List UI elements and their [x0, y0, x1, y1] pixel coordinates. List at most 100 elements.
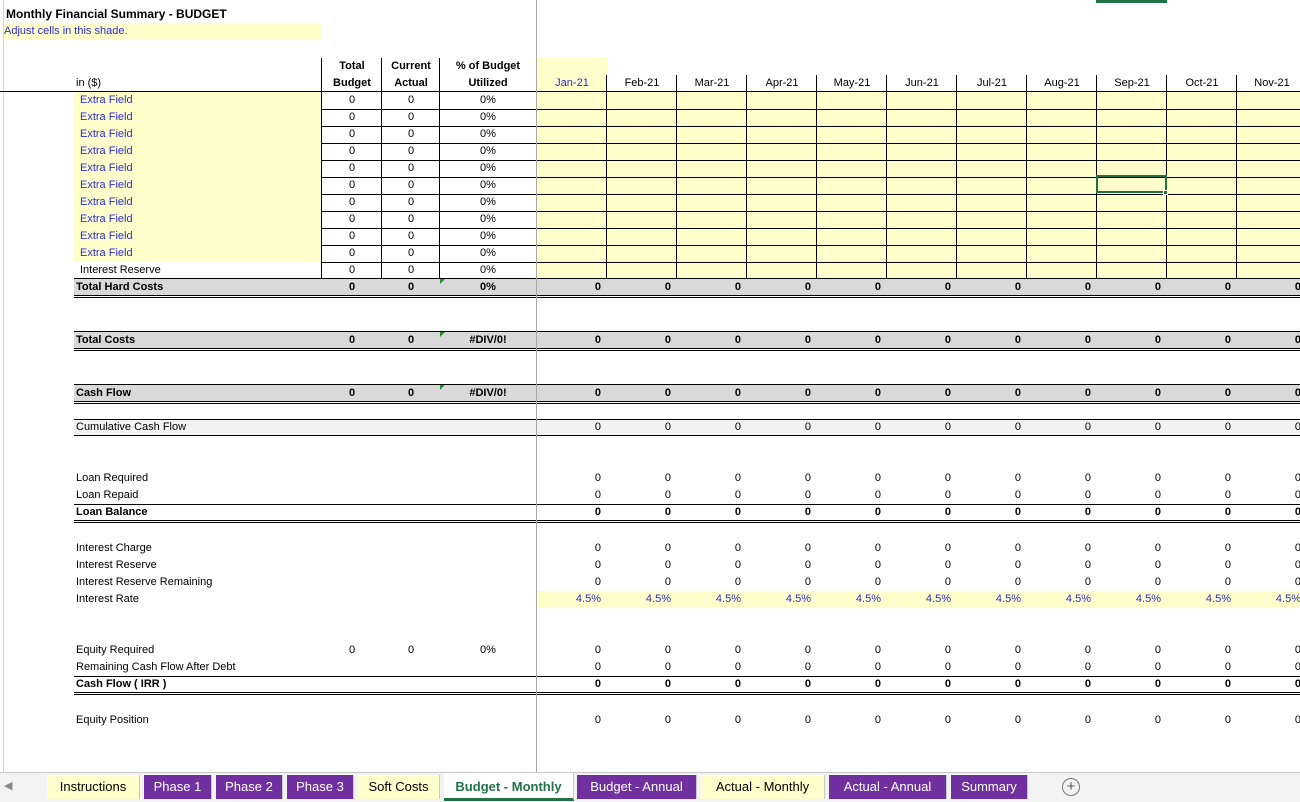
loan-required-month-value[interactable]: 0 [887, 470, 951, 487]
total-costs-month-value[interactable]: 0 [747, 332, 811, 349]
interest-charge-month-value[interactable]: 0 [607, 540, 671, 557]
month-header-feb-21[interactable]: Feb-21 [607, 75, 677, 92]
interest-reserve-month-value[interactable]: 0 [1237, 557, 1300, 574]
remaining-cash-flow-month-value[interactable]: 0 [1097, 659, 1161, 676]
interest-rate-month-value[interactable]: 4.5% [817, 591, 881, 608]
loan-required-month-value[interactable]: 0 [957, 470, 1021, 487]
cash-flow-month-value[interactable]: 0 [677, 385, 741, 402]
interest-reserve-month-value[interactable]: 0 [1167, 557, 1231, 574]
total-hard-costs-month-value[interactable]: 0 [537, 279, 601, 296]
extra-field-label[interactable]: Extra Field [80, 211, 133, 228]
total-hard-costs-actual[interactable]: 0 [382, 279, 440, 296]
actual-cell[interactable]: 0 [382, 228, 440, 245]
budget-cell[interactable]: 0 [322, 177, 382, 194]
extra-field-label[interactable]: Extra Field [80, 177, 133, 194]
loan-balance-label[interactable]: Loan Balance [76, 504, 148, 521]
pct-cell[interactable]: 0% [440, 228, 536, 245]
budget-cell[interactable]: 0 [322, 262, 382, 279]
total-costs-month-value[interactable]: 0 [607, 332, 671, 349]
cumulative-cash-flow-month-value[interactable]: 0 [1027, 419, 1091, 436]
cumulative-cash-flow-month-value[interactable]: 0 [747, 419, 811, 436]
equity-position-month-value[interactable]: 0 [1237, 712, 1300, 729]
interest-reserve-month-value[interactable]: 0 [957, 557, 1021, 574]
loan-repaid-month-value[interactable]: 0 [1167, 487, 1231, 504]
actual-cell[interactable]: 0 [382, 245, 440, 262]
units-label[interactable]: in ($) [76, 75, 101, 92]
sheet-tab-phase-1[interactable]: Phase 1 [144, 775, 212, 799]
extra-field-label[interactable]: Extra Field [80, 245, 133, 262]
interest-reserve-month-value[interactable]: 0 [817, 557, 881, 574]
cash-flow-irr-label[interactable]: Cash Flow ( IRR ) [76, 676, 166, 693]
budget-cell[interactable]: 0 [322, 143, 382, 160]
month-header-may-21[interactable]: May-21 [817, 75, 887, 92]
cash-flow-month-value[interactable]: 0 [747, 385, 811, 402]
total-hard-costs-month-value[interactable]: 0 [677, 279, 741, 296]
cash-flow-irr-month-value[interactable]: 0 [1167, 676, 1231, 693]
sheet-tab-actual-annual[interactable]: Actual - Annual [829, 775, 947, 799]
interest-reserve-month-value[interactable]: 0 [677, 557, 741, 574]
input-shade-note[interactable]: Adjust cells in this shade. [4, 23, 322, 40]
header-actual[interactable]: Actual [382, 75, 440, 92]
total-costs-month-value[interactable]: 0 [817, 332, 881, 349]
extra-field-label[interactable]: Extra Field [80, 92, 133, 109]
total-costs-label[interactable]: Total Costs [76, 332, 135, 349]
sheet-tab-budget-annual[interactable]: Budget - Annual [577, 775, 697, 799]
interest-reserve-remaining-month-value[interactable]: 0 [537, 574, 601, 591]
interest-charge-month-value[interactable]: 0 [747, 540, 811, 557]
header-total[interactable]: Total [322, 58, 382, 75]
spreadsheet-grid[interactable]: Monthly Financial Summary - BUDGET Adjus… [0, 0, 1300, 772]
equity-position-month-value[interactable]: 0 [1027, 712, 1091, 729]
total-costs-month-value[interactable]: 0 [537, 332, 601, 349]
equity-required-month-value[interactable]: 0 [1237, 642, 1300, 659]
month-header-jun-21[interactable]: Jun-21 [887, 75, 957, 92]
cash-flow-irr-month-value[interactable]: 0 [677, 676, 741, 693]
budget-cell[interactable]: 0 [322, 126, 382, 143]
total-costs-month-value[interactable]: 0 [887, 332, 951, 349]
equity-position-month-value[interactable]: 0 [747, 712, 811, 729]
cash-flow-month-value[interactable]: 0 [607, 385, 671, 402]
remaining-cash-flow-month-value[interactable]: 0 [817, 659, 881, 676]
interest-reserve-remaining-label[interactable]: Interest Reserve Remaining [76, 574, 212, 591]
cumulative-cash-flow-month-value[interactable]: 0 [1237, 419, 1300, 436]
total-costs-month-value[interactable]: 0 [677, 332, 741, 349]
total-hard-costs-label[interactable]: Total Hard Costs [76, 279, 163, 296]
interest-reserve-remaining-month-value[interactable]: 0 [1027, 574, 1091, 591]
interest-reserve-remaining-month-value[interactable]: 0 [607, 574, 671, 591]
interest-charge-month-value[interactable]: 0 [537, 540, 601, 557]
interest-rate-month-value[interactable]: 4.5% [607, 591, 671, 608]
remaining-cash-flow-label[interactable]: Remaining Cash Flow After Debt [76, 659, 236, 676]
extra-field-label[interactable]: Extra Field [80, 194, 133, 211]
sheet-tab-phase-3[interactable]: Phase 3 [287, 775, 354, 799]
total-hard-costs-month-value[interactable]: 0 [747, 279, 811, 296]
total-hard-costs-month-value[interactable]: 0 [1237, 279, 1300, 296]
remaining-cash-flow-month-value[interactable]: 0 [957, 659, 1021, 676]
cumulative-cash-flow-month-value[interactable]: 0 [887, 419, 951, 436]
loan-balance-month-value[interactable]: 0 [1237, 504, 1300, 521]
cash-flow-irr-month-value[interactable]: 0 [607, 676, 671, 693]
equity-required-month-value[interactable]: 0 [957, 642, 1021, 659]
loan-balance-month-value[interactable]: 0 [607, 504, 671, 521]
cash-flow-month-value[interactable]: 0 [1237, 385, 1300, 402]
pct-cell[interactable]: 0% [440, 262, 536, 279]
actual-cell[interactable]: 0 [382, 109, 440, 126]
total-costs-actual[interactable]: 0 [382, 332, 440, 349]
interest-rate-month-value[interactable]: 4.5% [1097, 591, 1161, 608]
cash-flow-month-value[interactable]: 0 [887, 385, 951, 402]
loan-balance-month-value[interactable]: 0 [1027, 504, 1091, 521]
equity-position-month-value[interactable]: 0 [1097, 712, 1161, 729]
remaining-cash-flow-month-value[interactable]: 0 [1167, 659, 1231, 676]
interest-reserve-remaining-month-value[interactable]: 0 [1097, 574, 1161, 591]
month-header-jul-21[interactable]: Jul-21 [957, 75, 1027, 92]
loan-balance-month-value[interactable]: 0 [957, 504, 1021, 521]
loan-balance-month-value[interactable]: 0 [887, 504, 951, 521]
pct-cell[interactable]: 0% [440, 211, 536, 228]
equity-required-pct[interactable]: 0% [440, 642, 536, 659]
actual-cell[interactable]: 0 [382, 126, 440, 143]
month-header-mar-21[interactable]: Mar-21 [677, 75, 747, 92]
sheet-tab-actual-monthly[interactable]: Actual - Monthly [701, 775, 825, 799]
equity-position-month-value[interactable]: 0 [817, 712, 881, 729]
cumulative-cash-flow-month-value[interactable]: 0 [1167, 419, 1231, 436]
cash-flow-label[interactable]: Cash Flow [76, 385, 131, 402]
cash-flow-month-value[interactable]: 0 [817, 385, 881, 402]
total-costs-budget[interactable]: 0 [322, 332, 382, 349]
